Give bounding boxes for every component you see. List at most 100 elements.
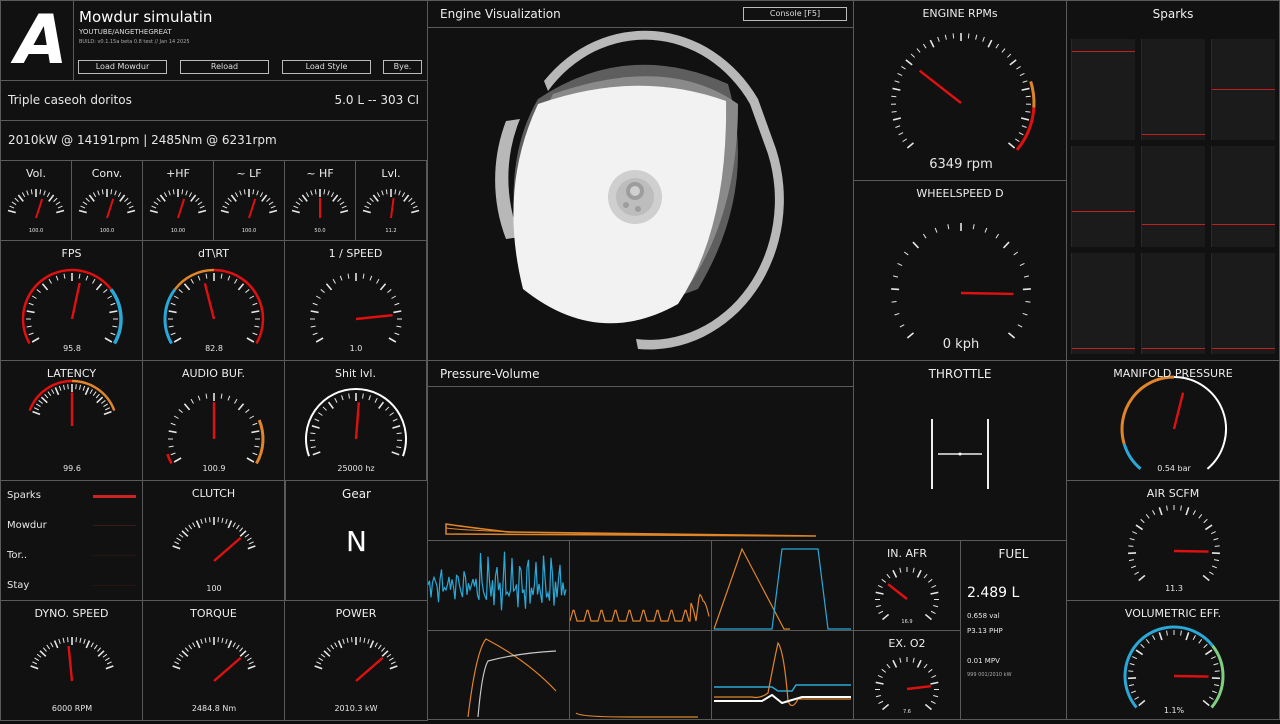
engine-displacement: 5.0 L -- 303 CI [334, 93, 419, 107]
gauge-needle [69, 646, 72, 681]
gauge-tick [387, 654, 391, 657]
reload-button[interactable]: Reload [180, 60, 269, 74]
gauge-tick [22, 192, 24, 196]
gauge-tick [47, 192, 49, 196]
gauge-tick [150, 210, 158, 212]
power-gauge: POWER2010.3 kW [284, 600, 428, 721]
gauge-tick [907, 143, 913, 148]
gauge-tick [395, 333, 400, 335]
gauge-tick [878, 701, 882, 703]
gauge-tick [191, 195, 196, 201]
gauge-tick [197, 521, 200, 528]
gauge-tick [171, 453, 176, 455]
gear-title: Gear [286, 487, 427, 501]
gauge-value: 50.0 [314, 228, 325, 234]
gauge-tick [342, 206, 347, 208]
legend-swatch-stay [93, 585, 136, 586]
gauge-tick [248, 666, 256, 669]
legend-panel: Sparks Mowdur Tor.. Stay [0, 480, 143, 601]
gauge-tick [56, 210, 64, 212]
gauge-tick [1211, 657, 1216, 659]
gauge-tick [392, 296, 396, 299]
gauge-tick [240, 531, 246, 536]
gauge-tick [901, 66, 905, 69]
gauge-tick [221, 210, 229, 212]
gauge-tick [103, 404, 107, 407]
gauge-value: 99.6 [63, 464, 81, 473]
gauge-tick [201, 519, 203, 524]
gauge-tick [365, 206, 370, 208]
gauge-tick [1008, 143, 1014, 148]
gauge-tick [97, 397, 103, 402]
gauge-tick [983, 37, 985, 42]
gauge-needle [920, 71, 961, 103]
gauge-tick [878, 611, 882, 613]
gauge-tick [111, 189, 112, 194]
gauge-tick [985, 228, 987, 233]
gauge-tick [1181, 506, 1182, 511]
gauge-tick [340, 202, 344, 205]
gauge-tick [900, 568, 901, 573]
gauge-tick [935, 228, 937, 233]
gauge-tick [98, 191, 100, 196]
spark-cell [1071, 253, 1135, 354]
load-style-button[interactable]: Load Style [282, 60, 371, 74]
gauge-tick [179, 534, 183, 537]
gauge-tick [93, 192, 95, 196]
gauge-tick [1019, 133, 1023, 135]
gauge-needle [1174, 551, 1208, 552]
gauge-tick [887, 574, 890, 578]
gauge-tick [925, 614, 931, 619]
gauge-tick [1167, 506, 1168, 511]
gauge-tick [900, 325, 904, 327]
gauge-tick [84, 639, 86, 644]
gauge-tick [342, 395, 344, 400]
gauge-tick [925, 704, 931, 709]
gauge-tick [198, 210, 206, 212]
rpm-gauge: ENGINE RPMs6349 rpm [853, 0, 1067, 181]
gauge-tick [385, 407, 389, 410]
gauge-tick [369, 395, 371, 400]
ve-gauge: VOLUMETRIC EFF.1.1% [1066, 600, 1280, 720]
bye-button[interactable]: Bye. [383, 60, 422, 74]
load-mowdur-button[interactable]: Load Mowdur [78, 60, 167, 74]
console-button[interactable]: Console [F5] [743, 7, 847, 21]
gauge-value: 95.8 [63, 344, 81, 353]
gauge-tick [164, 192, 166, 196]
gauge-tick [238, 404, 243, 410]
gauge-tick [104, 412, 112, 415]
gauge-tick [395, 303, 400, 305]
spark-level [1212, 348, 1275, 349]
gauge-tick [191, 279, 194, 283]
gauge-tick [129, 206, 134, 208]
gauge-tick [47, 645, 50, 649]
gauge-tick [930, 592, 938, 594]
gauge-tick [267, 198, 271, 201]
gauge-tick [210, 637, 211, 642]
gauge-tick [1199, 639, 1202, 643]
spark-cell [1141, 39, 1205, 140]
gauge-tick [911, 54, 915, 58]
gauge-tick [333, 279, 336, 283]
scope-5-trace [570, 631, 711, 719]
gauge-tick [1130, 664, 1135, 665]
gauge-tick [1211, 532, 1216, 534]
gauge-value: 82.8 [205, 344, 223, 353]
gauge-tick [271, 206, 276, 208]
gauge-tick [893, 276, 898, 277]
gauge-tick [105, 408, 110, 410]
gauge-tick [411, 210, 419, 212]
audio-gauge-0: Vol.100.0 [0, 160, 72, 241]
gauge-tick [1128, 671, 1133, 672]
gauge-tick [52, 389, 54, 393]
gauge-tick [103, 654, 107, 657]
gauge-tick [1204, 519, 1208, 522]
gauge-tick [51, 643, 53, 647]
gauge-tick [32, 338, 39, 342]
rotary-engine-drawing [428, 29, 853, 359]
spark-cell [1071, 146, 1135, 247]
fuel-amount: 2.489 L [967, 585, 1019, 601]
gauge-value: 100.0 [242, 228, 256, 234]
gauge-tick [102, 189, 103, 194]
gauge-arc [1124, 444, 1140, 469]
